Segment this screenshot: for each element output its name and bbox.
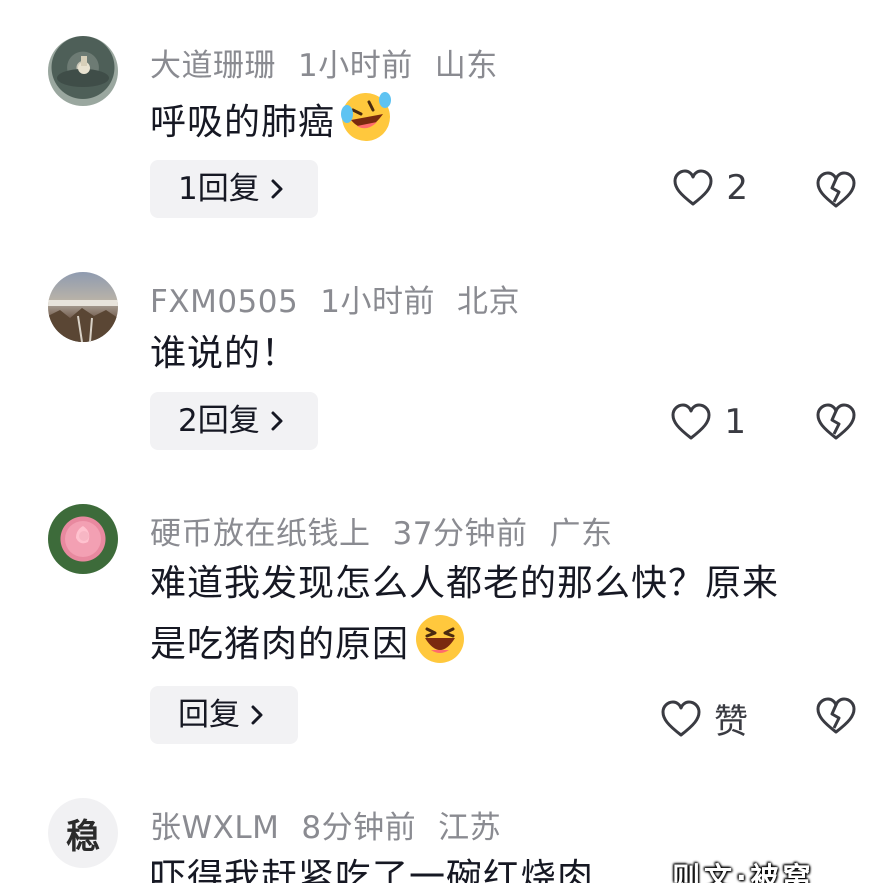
comment-text-line: 吓得我赶紧吃了一碗红烧肉 [150, 857, 595, 883]
chevron-right-icon [271, 179, 283, 199]
avatar-image [48, 300, 118, 342]
reply-button-label: 1回复 [178, 171, 260, 207]
comment-meta: 张WXLM 8分钟前 江苏 [150, 802, 523, 847]
comment-item: FXM0505 1小时前 北京 谁说的！ 2回复 1 [0, 240, 896, 470]
avatar[interactable]: 稳 [48, 798, 118, 868]
dislike-broken-heart-icon[interactable] [815, 402, 857, 442]
reply-button[interactable]: 回复 [150, 686, 298, 744]
heart-icon [673, 169, 713, 206]
avatar[interactable] [48, 504, 118, 574]
comment-text: 谁说的！ [150, 326, 850, 382]
dislike-broken-heart-icon[interactable] [815, 696, 857, 736]
avatar-text: 稳 [66, 816, 100, 857]
watermark: 则文·被窝 [672, 861, 815, 883]
comment-item: 硬币放在纸钱上 37分钟前 广东 难道我发现怎么人都老的那么快？原来 是吃猪肉的原因… [0, 470, 896, 770]
comment-time: 8分钟前 [301, 810, 417, 846]
comment-location: 北京 [456, 284, 520, 320]
comment-item: 大道珊珊 1小时前 山东 呼吸的肺癌 1回复 2 [0, 0, 896, 240]
comment-meta: 硬币放在纸钱上 37分钟前 广东 [150, 508, 634, 553]
dislike-broken-heart-icon[interactable] [815, 170, 857, 210]
heart-icon [661, 700, 701, 736]
comment-text-line: 呼吸的肺癌 [150, 102, 336, 143]
comment-meta: FXM0505 1小时前 北京 [150, 276, 542, 321]
comment-time: 1小时前 [298, 48, 413, 84]
grinning-emoji [416, 615, 465, 663]
chevron-right-icon [271, 411, 283, 431]
comment-text: 呼吸的肺癌 [150, 90, 850, 151]
like-button[interactable]: 1 [670, 402, 746, 442]
avatar-image [57, 56, 109, 87]
like-button[interactable]: 赞 [660, 694, 748, 743]
username[interactable]: 大道珊珊 [150, 48, 276, 84]
comment-time: 1小时前 [320, 284, 435, 320]
chevron-right-icon [251, 705, 263, 725]
laughing-crying-emoji [341, 92, 392, 141]
reply-button-label: 2回复 [178, 403, 260, 439]
comment-time: 37分钟前 [392, 516, 528, 552]
comment-text: 难道我发现怎么人都老的那么快？原来 是吃猪肉的原因 [150, 556, 850, 673]
like-button[interactable]: 2 [672, 168, 748, 208]
comment-text-line: 谁说的！ [150, 333, 299, 374]
heart-icon [671, 403, 711, 440]
reply-button[interactable]: 2回复 [150, 392, 318, 450]
avatar-image [65, 521, 101, 557]
comment-location: 广东 [549, 516, 613, 552]
avatar[interactable] [48, 272, 118, 342]
username[interactable]: FXM0505 [150, 284, 298, 320]
comment-location: 山东 [434, 48, 498, 84]
comment-text-line: 是吃猪肉的原因 [150, 624, 410, 665]
like-label: 赞 [714, 702, 748, 742]
avatar[interactable] [48, 36, 118, 106]
reply-button-label: 回复 [178, 697, 240, 733]
username[interactable]: 张WXLM [150, 810, 279, 846]
like-count: 1 [724, 402, 746, 442]
comment-meta: 大道珊珊 1小时前 山东 [150, 40, 520, 85]
username[interactable]: 硬币放在纸钱上 [150, 516, 371, 552]
comment-location: 江苏 [438, 810, 502, 846]
like-count: 2 [726, 168, 748, 208]
comment-text-line: 难道我发现怎么人都老的那么快？原来 [150, 563, 780, 604]
reply-button[interactable]: 1回复 [150, 160, 318, 218]
